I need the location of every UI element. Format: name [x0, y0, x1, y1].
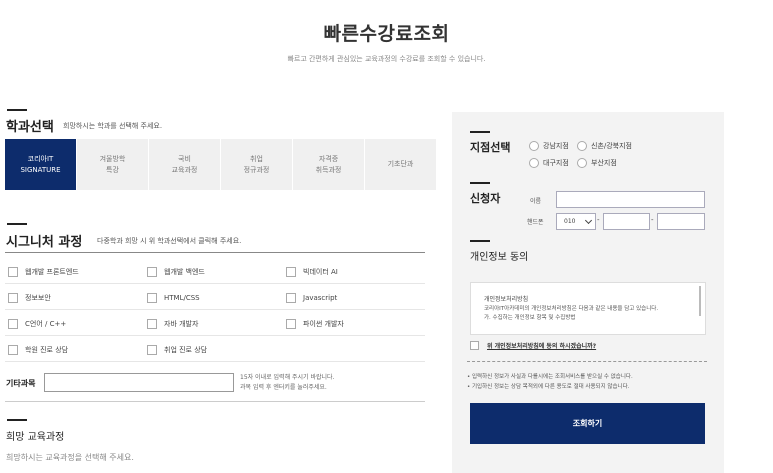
radio-circle[interactable] [529, 158, 539, 168]
privacy-section-title: 개인정보 동의 [470, 252, 529, 263]
dept-section-desc: 희망하시는 학과를 선택해 주세요. [63, 122, 163, 130]
radio-busan[interactable]: 부산지점 [577, 158, 617, 168]
notice-text: • 입력하신 정보가 사실과 다를시에는 조회서비스를 받으실 수 없습니다. [467, 374, 633, 380]
course-web-frontend[interactable]: 웹개발 프론트엔드 [8, 267, 79, 277]
chevron-down-icon [584, 216, 593, 225]
divider [5, 252, 425, 253]
hope-section-title: 희망 교육과정 [6, 432, 65, 443]
course-security[interactable]: 정보보안 [8, 293, 51, 303]
etc-label: 기타과목 [6, 379, 36, 388]
name-input[interactable] [556, 191, 705, 208]
phone-label: 핸드폰 [527, 219, 544, 226]
checkbox[interactable] [147, 345, 157, 355]
course-html-css[interactable]: HTML/CSS [147, 293, 200, 303]
phone-dash: - [597, 216, 600, 224]
phone-last-input[interactable] [657, 213, 705, 230]
checkbox[interactable] [8, 319, 18, 329]
page-title: 빠른수강료조회 [323, 23, 450, 45]
checkbox[interactable] [147, 267, 157, 277]
checkbox[interactable] [147, 319, 157, 329]
checkbox[interactable] [8, 267, 18, 277]
checkbox[interactable] [147, 293, 157, 303]
radio-gangnam[interactable]: 강남지점 [529, 141, 569, 151]
radio-circle[interactable] [529, 141, 539, 151]
tab-employment-course[interactable]: 취업 정규과정 [221, 139, 292, 190]
checkbox[interactable] [286, 293, 296, 303]
course-web-backend[interactable]: 웹개발 백엔드 [147, 267, 205, 277]
dept-tabs: 코리아IT SIGNATURE 겨울방학 특강 국비 교육과정 취업 정규과정 자격증 취… [5, 139, 437, 190]
checkbox[interactable] [470, 341, 479, 350]
course-java[interactable]: 자바 개발자 [147, 319, 198, 329]
notice-text: • 기입하신 정보는 상담 목적외에 다른 용도로 절대 사용되지 않습니다. [467, 384, 630, 390]
privacy-agree-checkbox[interactable]: 위 개인정보처리방침에 동의 하시겠습니까? [470, 341, 596, 350]
radio-daegu[interactable]: 대구지점 [529, 158, 569, 168]
course-row: C언어 / C++ 자바 개발자 파이썬 개발자 [5, 314, 425, 336]
tab-signature[interactable]: 코리아IT SIGNATURE [5, 139, 76, 190]
radio-circle[interactable] [577, 141, 587, 151]
checkbox[interactable] [8, 345, 18, 355]
radio-sinchon-gangbuk[interactable]: 신촌/강북지점 [577, 141, 632, 151]
section-bar [7, 419, 27, 421]
scrollbar[interactable] [699, 286, 701, 316]
phone-prefix-select[interactable]: 010 [556, 213, 596, 230]
course-career-counsel[interactable]: 취업 진로 상담 [147, 345, 207, 355]
page-subtitle: 빠르고 간편하게 관심있는 교육과정의 수강료를 조회할 수 있습니다. [287, 55, 486, 63]
etc-note: 15자 이내로 입력해 주시기 바랍니다. 과목 입력 후 엔터키를 눌러주세요. [240, 374, 335, 391]
privacy-policy-box[interactable]: 개인정보처리방침 코리아IT아카데미의 개인정보처리방침은 다음과 같은 내용을… [470, 282, 706, 335]
section-bar [470, 182, 490, 184]
section-bar [470, 131, 490, 133]
section-bar [7, 223, 27, 225]
etc-subject-input[interactable] [44, 373, 234, 392]
checkbox[interactable] [286, 267, 296, 277]
phone-middle-input[interactable] [603, 213, 650, 230]
signature-section-title: 시그니처 과정 [6, 235, 83, 250]
signature-section-desc: 다중학과 희망 시 위 학과선택에서 클릭해 주세요. [97, 237, 242, 245]
dotted-divider [467, 361, 707, 362]
section-bar [7, 109, 27, 111]
tab-national-course[interactable]: 국비 교육과정 [149, 139, 220, 190]
course-bigdata-ai[interactable]: 빅데이터 AI [286, 267, 338, 277]
applicant-section-title: 신청자 [470, 192, 501, 205]
branch-section-title: 지점선택 [470, 141, 511, 154]
dept-section-title: 학과선택 [6, 120, 54, 135]
inquiry-submit-button[interactable]: 조회하기 [470, 403, 705, 444]
tab-basic-course[interactable]: 기초단과 [365, 139, 436, 190]
phone-dash: - [651, 216, 654, 224]
section-bar [470, 240, 490, 242]
course-academy-counsel[interactable]: 학원 진로 상담 [8, 345, 68, 355]
name-label: 이름 [530, 198, 542, 205]
course-row: 정보보안 HTML/CSS Javascript [5, 288, 425, 310]
radio-circle[interactable] [577, 158, 587, 168]
course-row: 학원 진로 상담 취업 진로 상담 [5, 340, 425, 362]
course-row: 웹개발 프론트엔드 웹개발 백엔드 빅데이터 AI [5, 262, 425, 284]
checkbox[interactable] [286, 319, 296, 329]
course-python[interactable]: 파이썬 개발자 [286, 319, 344, 329]
course-javascript[interactable]: Javascript [286, 293, 337, 303]
course-c-cpp[interactable]: C언어 / C++ [8, 319, 66, 329]
tab-certificate-course[interactable]: 자격증 취득과정 [293, 139, 364, 190]
divider [5, 401, 425, 402]
hope-section-desc: 희망하시는 교육과정을 선택해 주세요. [6, 453, 134, 462]
tab-winter-special[interactable]: 겨울방학 특강 [77, 139, 148, 190]
checkbox[interactable] [8, 293, 18, 303]
